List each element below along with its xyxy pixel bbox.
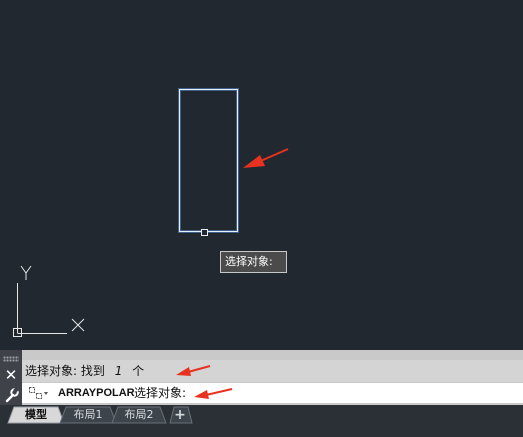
cursor-tooltip: 选择对象:	[220, 251, 287, 273]
command-name: ARRAYPOLAR	[58, 387, 135, 399]
grip-square[interactable]	[201, 229, 208, 236]
command-input[interactable]: ARRAYPOLAR 选择对象:	[22, 383, 523, 403]
history-unit: 个	[132, 364, 145, 378]
drag-grip-icon[interactable]	[3, 356, 19, 362]
command-line-panel: ✕ 选择对象: 找到 1 个 ARRAYPOLAR 选择对象:	[0, 350, 523, 405]
tab-layout2[interactable]: 布局2	[118, 407, 160, 423]
ucs-icon	[13, 265, 85, 337]
canvas-graphics: Y X	[13, 88, 289, 337]
annotation-arrow-history	[176, 365, 211, 376]
annotation-arrow-object	[243, 148, 289, 168]
add-layout-button[interactable]: +	[172, 407, 188, 423]
customize-wrench-icon[interactable]	[0, 386, 22, 404]
command-line-sidebar: ✕	[0, 350, 22, 405]
close-command-line-button[interactable]: ✕	[0, 366, 22, 384]
drawing-canvas[interactable]: Y X 选择对象:	[0, 0, 523, 350]
array-command-icon[interactable]	[28, 386, 50, 400]
command-history-line: 选择对象: 找到 1 个	[22, 360, 523, 382]
annotation-arrow-prompt	[194, 388, 233, 399]
tab-model[interactable]: 模型	[14, 407, 58, 423]
command-prompt: 选择对象:	[134, 386, 187, 400]
history-count: 1	[114, 364, 123, 378]
history-text: 选择对象: 找到	[25, 364, 105, 378]
layout-tabs-bar: 模型 布局1 布局2 +	[0, 405, 523, 437]
selected-rectangle-glow	[178, 88, 239, 233]
tab-layout1[interactable]: 布局1	[66, 407, 110, 423]
selected-rectangle[interactable]	[179, 89, 238, 232]
